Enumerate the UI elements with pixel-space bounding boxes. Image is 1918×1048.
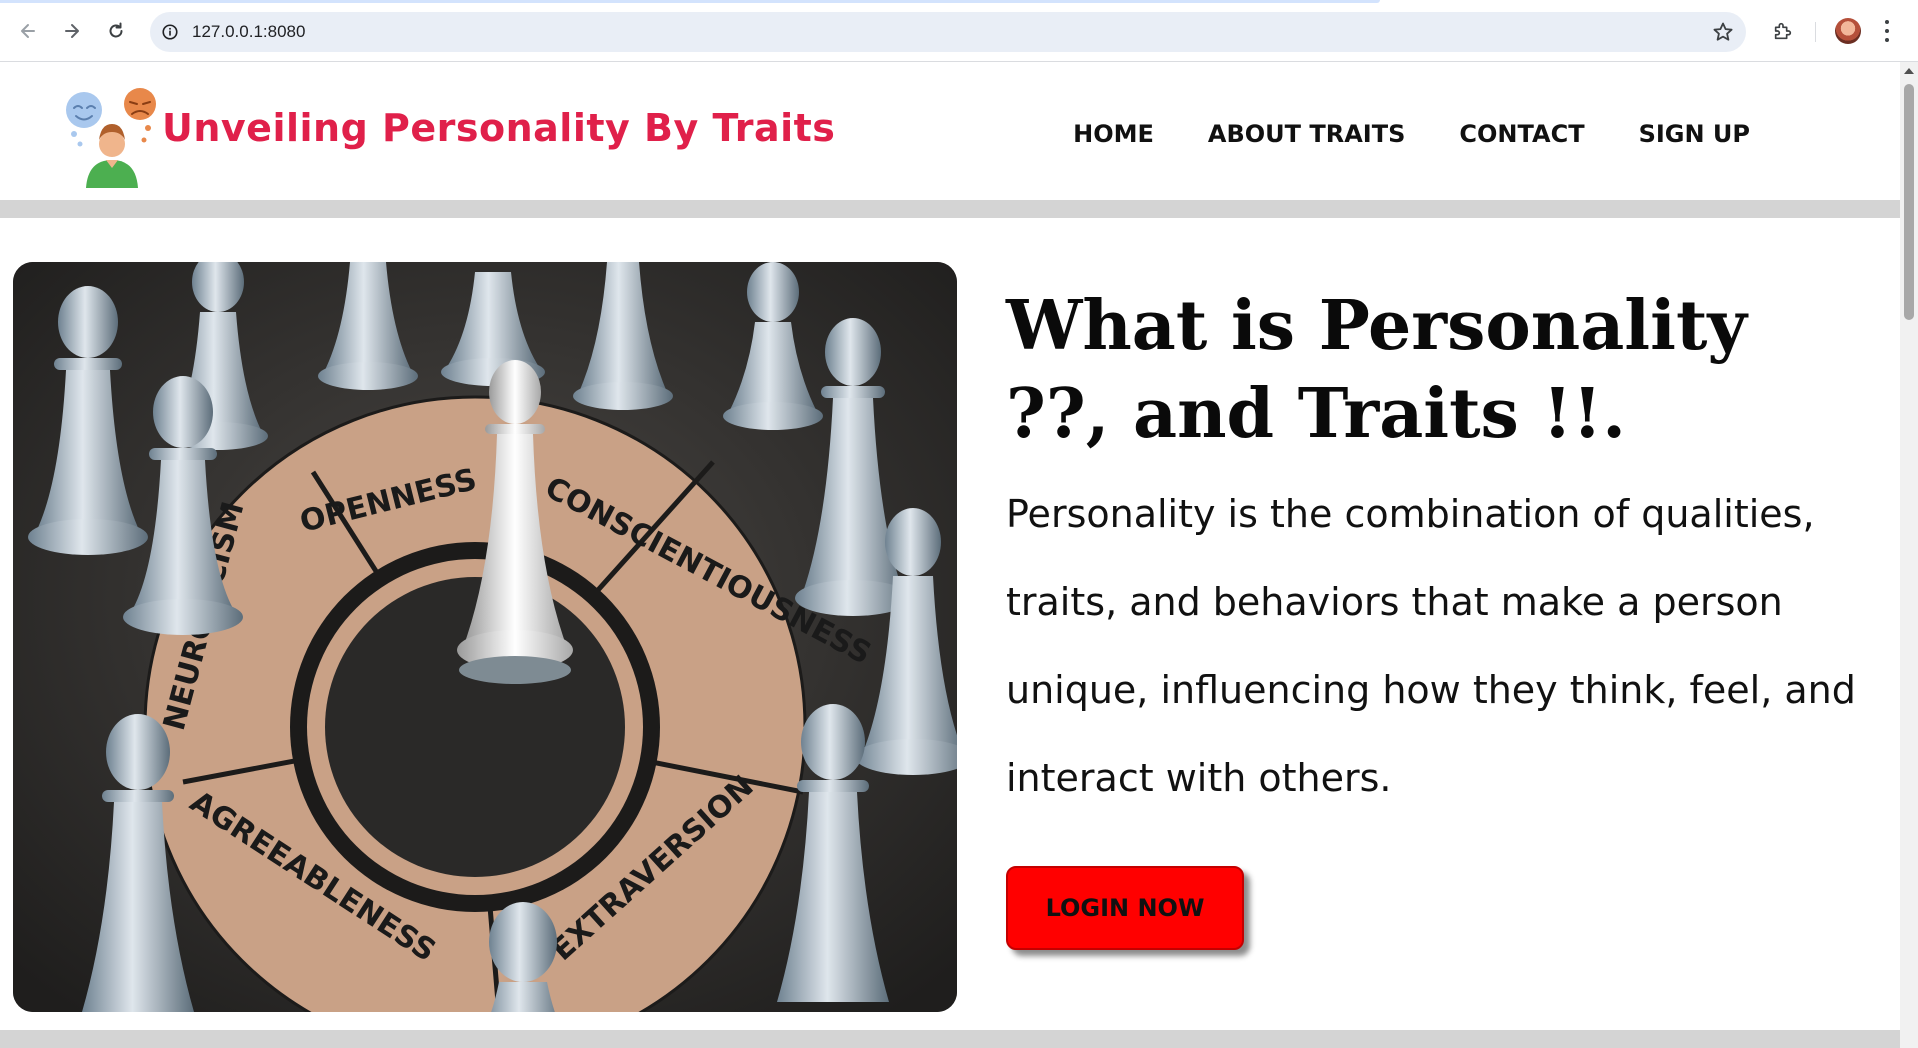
hero-description: Personality is the combination of qualit… bbox=[1006, 492, 1856, 800]
logo-emotions-icon[interactable] bbox=[62, 88, 162, 188]
toolbar-divider bbox=[1815, 22, 1816, 42]
site-title[interactable]: Unveiling Personality By Traits bbox=[162, 106, 835, 150]
login-now-button[interactable]: LOGIN NOW bbox=[1006, 866, 1244, 950]
reload-icon[interactable] bbox=[102, 17, 130, 45]
back-arrow-icon[interactable] bbox=[14, 17, 42, 45]
hero-chess-traits-image: OPENNESS CONSCIENTIOUSNESS EXTRAVERSION … bbox=[13, 262, 957, 1012]
address-bar[interactable]: 127.0.0.1:8080 bbox=[150, 12, 1746, 52]
site-header: Unveiling Personality By Traits HOME ABO… bbox=[0, 62, 1900, 200]
bookmark-star-icon[interactable] bbox=[1712, 21, 1734, 43]
more-menu-icon[interactable] bbox=[1884, 20, 1890, 42]
main-navigation: HOME ABOUT TRAITS CONTACT SIGN UP bbox=[1073, 120, 1750, 148]
nav-about-traits-link[interactable]: ABOUT TRAITS bbox=[1208, 120, 1406, 148]
nav-contact-link[interactable]: CONTACT bbox=[1459, 120, 1584, 148]
section-divider bbox=[0, 1030, 1900, 1048]
page-scrollbar[interactable] bbox=[1900, 62, 1918, 1048]
hero-heading: What is Personality ??, and Traits !!. bbox=[1006, 286, 1747, 454]
profile-avatar[interactable] bbox=[1835, 18, 1861, 44]
header-divider bbox=[0, 200, 1900, 218]
url-text[interactable]: 127.0.0.1:8080 bbox=[192, 22, 305, 42]
scroll-up-arrow-icon[interactable] bbox=[1904, 68, 1914, 74]
forward-arrow-icon[interactable] bbox=[58, 17, 86, 45]
extensions-puzzle-icon[interactable] bbox=[1770, 18, 1796, 44]
nav-sign-up-link[interactable]: SIGN UP bbox=[1639, 120, 1750, 148]
active-tab-indicator bbox=[0, 0, 1380, 3]
site-info-icon[interactable] bbox=[160, 22, 180, 42]
nav-home-link[interactable]: HOME bbox=[1073, 120, 1154, 148]
browser-toolbar: 127.0.0.1:8080 bbox=[0, 0, 1918, 62]
scrollbar-thumb[interactable] bbox=[1904, 84, 1914, 320]
